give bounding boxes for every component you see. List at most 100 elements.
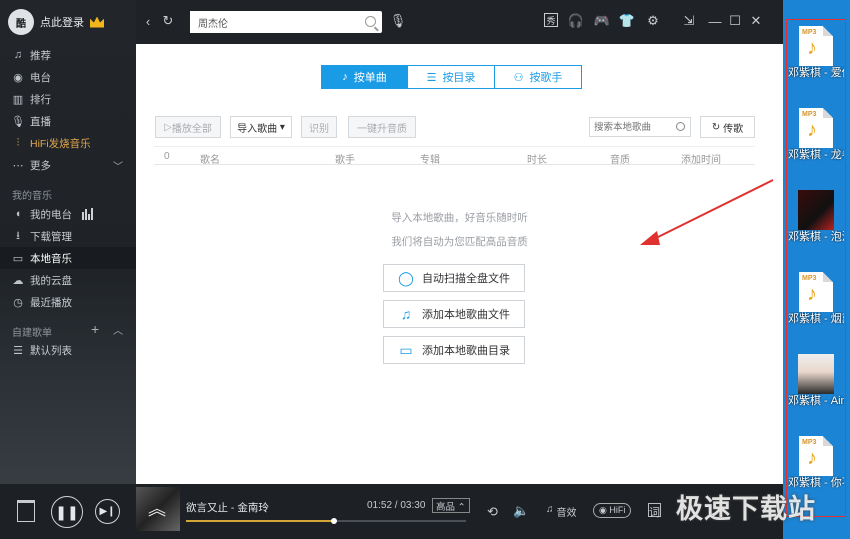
sidebar-item-label: 电台: [30, 71, 51, 84]
trash-icon[interactable]: [17, 500, 35, 522]
cloud-icon: ☁: [12, 274, 24, 287]
desktop-file-icon[interactable]: MP3♪邓紫棋 - 龙卷风: [788, 104, 844, 186]
sidebar-item-top-5[interactable]: ⋯ 更多 ﹀: [0, 154, 136, 176]
recognize-button[interactable]: 识别: [301, 116, 337, 138]
search-input[interactable]: [190, 11, 350, 33]
desktop-file-label: 邓紫棋 - 爱你 -: [788, 67, 844, 79]
sidebar-item-top-0[interactable]: ♫ 推荐: [0, 44, 136, 66]
voice-search-icon[interactable]: 🎙: [390, 13, 407, 29]
desktop-file-label: 邓紫棋 - 泡沫.mp3: [788, 231, 844, 243]
column-header[interactable]: 歌手: [335, 151, 355, 166]
empty-hint-1: 导入本地歌曲，好音乐随时听: [391, 212, 528, 224]
sidebar-item-top-3[interactable]: 🎙 直播: [0, 110, 136, 132]
login-area[interactable]: 酷 点此登录: [8, 9, 104, 35]
desktop-file-icon[interactable]: 邓紫棋 - Ainy.mp3: [788, 350, 844, 432]
mp3-file-icon: MP3 ♪: [799, 272, 833, 312]
avatar[interactable]: 酷: [8, 9, 34, 35]
transfer-button[interactable]: ↻ 传歌: [700, 116, 755, 138]
mini-mode-icon[interactable]: ⇲: [681, 13, 697, 29]
refresh-icon[interactable]: ↻: [160, 13, 176, 29]
search-icon[interactable]: [365, 16, 376, 27]
column-header[interactable]: 时长: [527, 151, 547, 166]
mp3-file-icon: MP3 ♪: [799, 108, 833, 148]
sidebar-item-my-1[interactable]: ⭳ 下载管理: [0, 225, 136, 247]
local-search-box[interactable]: [589, 117, 691, 137]
upgrade-quality-button[interactable]: 一键升音质: [348, 116, 416, 138]
sidebar-item-label: 推荐: [30, 49, 51, 62]
column-header[interactable]: 专辑: [420, 151, 440, 166]
local-search-input[interactable]: [590, 118, 674, 136]
progress-knob[interactable]: [331, 518, 338, 524]
quality-select[interactable]: 高品 ⌃: [432, 498, 470, 513]
add-playlist-icon[interactable]: +: [91, 321, 99, 337]
desktop-file-icon[interactable]: 邓紫棋 - 泡沫.mp3: [788, 186, 844, 268]
settings-icon[interactable]: ⚙: [645, 13, 661, 29]
song-table-header: 0 歌名 歌手 专辑 时长 音质 添加时间: [154, 146, 755, 166]
tab-1[interactable]: ☰ 按目录: [408, 65, 495, 89]
sidebar-item-label: HiFi发烧音乐: [30, 137, 91, 150]
lyrics-icon[interactable]: 词: [648, 503, 661, 519]
sidebar-item-top-1[interactable]: ◉ 电台: [0, 66, 136, 88]
download-icon: ⭳: [16, 229, 20, 242]
maximize-icon[interactable]: ☐: [727, 13, 743, 29]
skin-icon[interactable]: 秀: [544, 13, 558, 27]
music-note-icon: ♪: [342, 71, 348, 83]
add-folder-button[interactable]: ▭ 添加本地歌曲目录: [383, 336, 525, 364]
play-all-button[interactable]: ▷ 播放全部: [155, 116, 221, 138]
column-header[interactable]: 音质: [610, 151, 630, 166]
sidebar-item-playlist-0[interactable]: ☰ 默认列表: [0, 339, 136, 361]
sidebar-item-my-0[interactable]: ◖ 我的电台: [0, 203, 136, 225]
sidebar-item-my-4[interactable]: ◷ 最近播放: [0, 291, 136, 313]
add-file-button[interactable]: ♫ 添加本地歌曲文件: [383, 300, 525, 328]
login-link[interactable]: 点此登录: [40, 14, 84, 30]
import-label: 导入歌曲: [237, 123, 278, 135]
sidebar-item-my-3[interactable]: ☁ 我的云盘: [0, 269, 136, 291]
loop-mode-icon[interactable]: ⟲: [487, 504, 498, 520]
headphone-icon[interactable]: 🎧: [568, 13, 584, 29]
sidebar-item-my-2[interactable]: ▭ 本地音乐: [0, 247, 136, 269]
sound-effect-button[interactable]: ♫ 音效: [546, 504, 577, 519]
close-icon[interactable]: ✕: [748, 13, 764, 29]
search-box[interactable]: [190, 11, 382, 33]
chevron-down-icon[interactable]: ﹀: [113, 158, 123, 173]
sidebar-item-label: 我的电台: [30, 208, 72, 221]
expand-icon[interactable]: ︽: [148, 495, 166, 521]
hifi-toggle[interactable]: ◉ HiFi: [593, 503, 632, 518]
column-header[interactable]: 歌名: [200, 151, 220, 166]
scan-disk-button[interactable]: ◯ 自动扫描全盘文件: [383, 264, 525, 292]
my-music-heading: 我的音乐: [12, 191, 52, 202]
hifi-icon: ⫶: [16, 136, 20, 149]
desktop-file-label: 邓紫棋 - 龙卷风: [788, 149, 844, 161]
tab-0[interactable]: ♪ 按单曲: [321, 65, 408, 89]
sidebar-item-top-2[interactable]: ▥ 排行: [0, 88, 136, 110]
mp3-file-icon: MP3 ♪: [799, 26, 833, 66]
minimize-icon[interactable]: —: [707, 13, 723, 29]
list-icon: ☰: [13, 344, 23, 357]
import-songs-button[interactable]: 导入歌曲 ▾: [230, 116, 292, 138]
column-header[interactable]: 0: [164, 151, 170, 162]
vip-crown-icon[interactable]: [90, 16, 104, 28]
progress-bar[interactable]: [186, 518, 466, 524]
tab-2[interactable]: ⚇ 按歌手: [495, 65, 582, 89]
game-icon[interactable]: 🎮: [594, 13, 610, 29]
album-cover[interactable]: ︽: [136, 487, 180, 531]
collapse-icon[interactable]: ︿: [113, 322, 123, 337]
scan-icon: ◯: [398, 269, 414, 286]
mp3-file-icon: MP3 ♪: [799, 436, 833, 476]
progress-fill: [186, 520, 335, 522]
monitor-icon: ▭: [12, 252, 24, 265]
desktop-file-icon[interactable]: MP3♪邓紫棋 - 烟熏妆: [788, 268, 844, 350]
pause-button[interactable]: ❚❚: [51, 496, 83, 528]
shirt-icon[interactable]: 👕: [619, 13, 635, 29]
column-header[interactable]: 添加时间: [681, 151, 721, 166]
next-button[interactable]: ▶❙: [95, 499, 120, 524]
volume-icon[interactable]: 🔈: [513, 503, 529, 519]
sidebar-item-label: 我的云盘: [30, 274, 72, 287]
hifi-label: HiFi: [609, 505, 626, 515]
play-all-label: 播放全部: [171, 123, 212, 135]
back-icon[interactable]: ‹: [140, 13, 156, 29]
sidebar-item-top-4[interactable]: ⫶ HiFi发烧音乐: [0, 132, 136, 154]
desktop-file-icon[interactable]: MP3♪邓紫棋 - 爱你 -: [788, 22, 844, 104]
now-playing-title[interactable]: 欲言又止 - 金南玲: [186, 500, 269, 515]
search-icon[interactable]: [676, 122, 685, 131]
